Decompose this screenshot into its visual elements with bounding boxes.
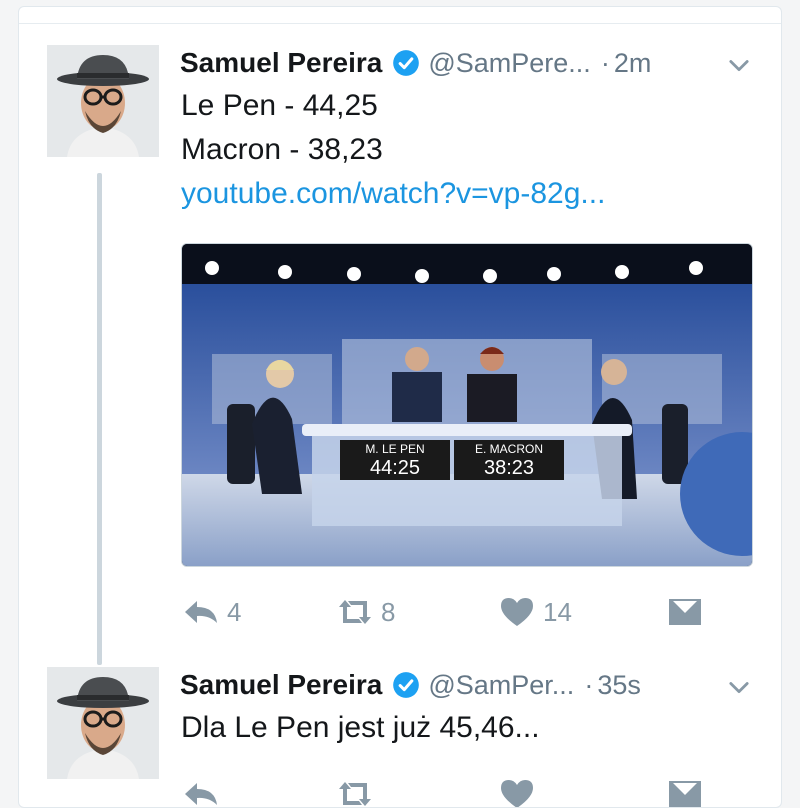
- divider: [19, 23, 781, 24]
- scoreboard-label-right: E. MACRON: [475, 442, 543, 456]
- tweet-actions: 4 8 14: [181, 595, 751, 635]
- reply-button[interactable]: 4: [181, 595, 241, 629]
- avatar[interactable]: [47, 667, 159, 779]
- scoreboard-value-left: 44:25: [370, 457, 420, 479]
- separator: ·: [600, 47, 610, 78]
- like-icon: [501, 598, 533, 626]
- tweet-text-line: Le Pen - 44,25: [181, 89, 378, 122]
- chevron-down-icon[interactable]: [725, 673, 753, 701]
- tweet-actions: [181, 777, 751, 807]
- tweet-text-line: Dla Le Pen jest już 45,46...: [181, 711, 540, 744]
- like-button[interactable]: 14: [497, 595, 572, 629]
- tweet-link[interactable]: youtube.com/watch?v=vp-82g...: [181, 177, 605, 211]
- timeline-card: Samuel Pereira @SamPere... · 2m Le Pen -…: [18, 6, 782, 808]
- reply-icon: [185, 601, 217, 623]
- direct-message-button[interactable]: [665, 777, 705, 807]
- tweet-header: Samuel Pereira @SamPer... · 35s: [180, 663, 641, 707]
- like-button[interactable]: [497, 777, 537, 807]
- verified-badge-icon: [393, 672, 420, 698]
- like-icon: [501, 780, 533, 807]
- direct-message-button[interactable]: [665, 595, 705, 629]
- tweet-header: Samuel Pereira @SamPere... · 2m: [180, 41, 651, 85]
- chevron-down-icon[interactable]: [725, 51, 753, 79]
- avatar[interactable]: [47, 45, 159, 157]
- timestamp[interactable]: 35s: [597, 670, 641, 701]
- thread-connector-line: [97, 173, 102, 665]
- tweet-text-line: Macron - 38,23: [181, 133, 383, 166]
- reply-button[interactable]: [181, 777, 221, 807]
- retweet-button[interactable]: [335, 777, 375, 807]
- separator: ·: [584, 669, 594, 700]
- retweet-icon: [339, 782, 371, 806]
- direct-message-icon: [669, 599, 701, 625]
- retweet-button[interactable]: 8: [335, 595, 395, 629]
- user-handle[interactable]: @SamPer...: [428, 670, 574, 701]
- retweet-icon: [339, 600, 371, 624]
- reply-icon: [185, 783, 217, 805]
- user-handle[interactable]: @SamPere...: [428, 48, 590, 79]
- timestamp[interactable]: 2m: [614, 48, 652, 79]
- display-name[interactable]: Samuel Pereira: [180, 669, 382, 701]
- scoreboard-label-left: M. LE PEN: [365, 442, 424, 456]
- retweet-count: 8: [381, 596, 396, 627]
- verified-badge-icon: [393, 50, 420, 76]
- direct-message-icon: [669, 781, 701, 807]
- display-name[interactable]: Samuel Pereira: [180, 47, 382, 79]
- like-count: 14: [543, 596, 572, 627]
- media-preview[interactable]: M. LE PEN 44:25 E. MACRON 38:23: [181, 243, 753, 567]
- reply-count: 4: [227, 596, 242, 627]
- scoreboard-value-right: 38:23: [484, 457, 534, 479]
